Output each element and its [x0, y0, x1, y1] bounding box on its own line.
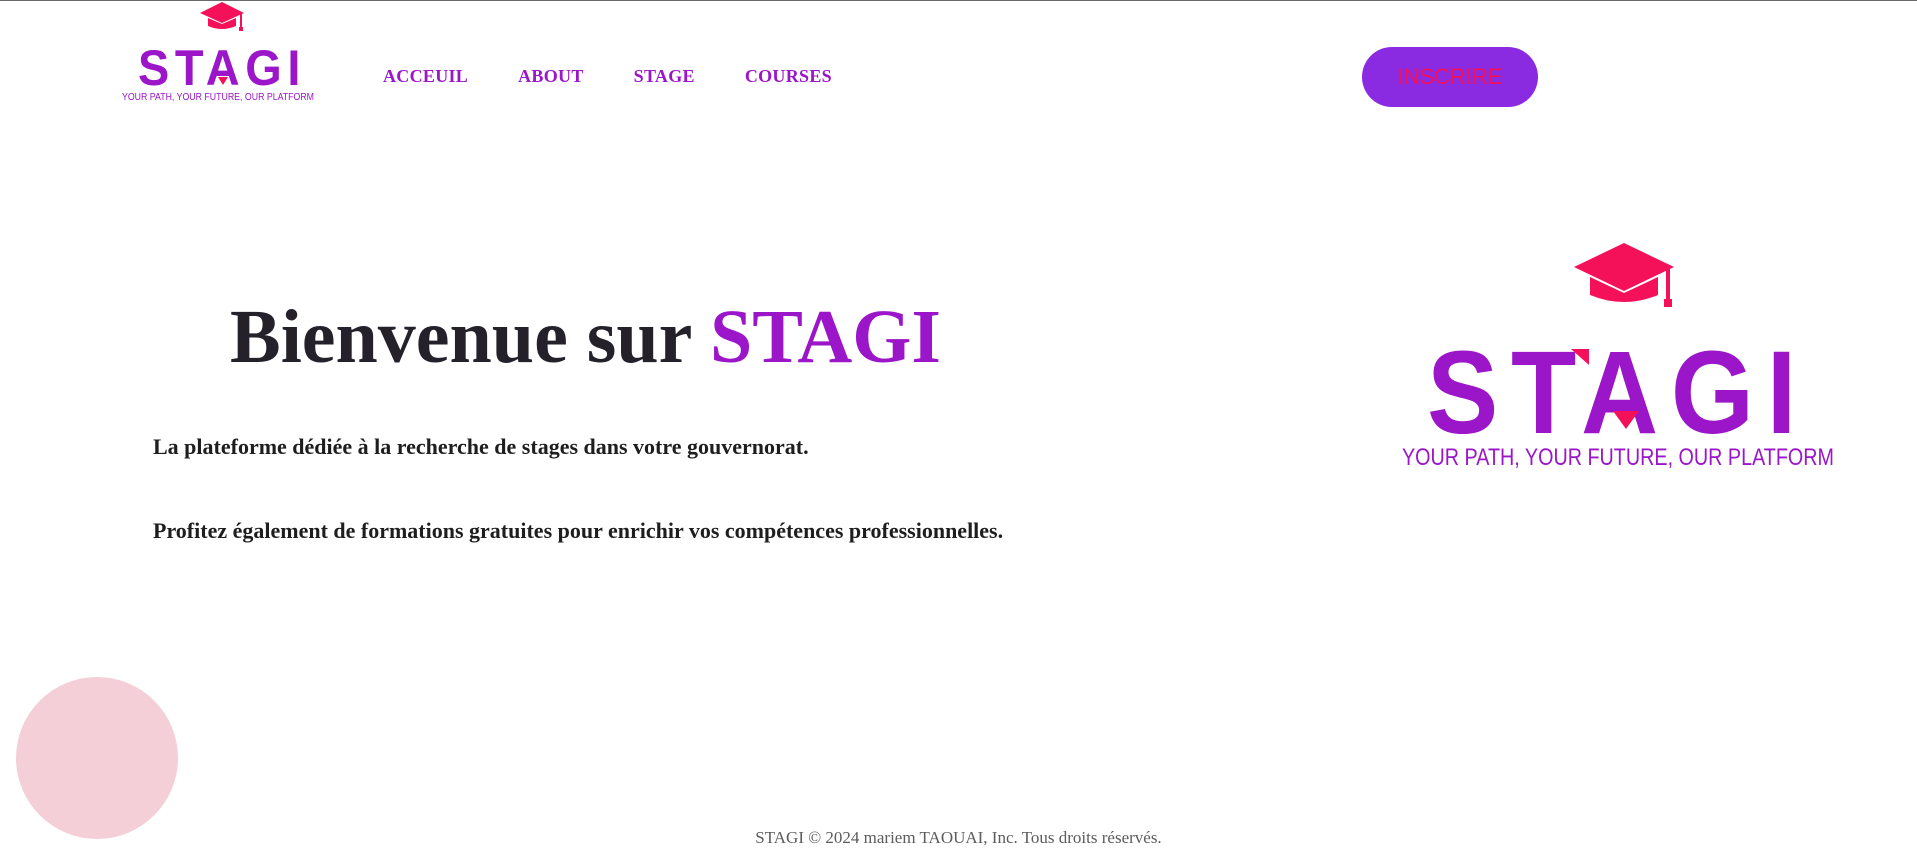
- header-logo-wordmark: STAGI: [138, 40, 306, 96]
- hero-title-brand: STAGI: [710, 295, 941, 379]
- graduation-cap-icon: [200, 2, 244, 31]
- nav-link-about[interactable]: ABOUT: [518, 62, 584, 90]
- hero-title-prefix: Bienvenue sur: [230, 295, 711, 379]
- header-logo[interactable]: STAGI YOUR PATH, YOUR FUTURE, OUR PLATFO…: [120, 1, 320, 105]
- graduation-cap-icon: [1574, 243, 1674, 307]
- hero-logo-tagline: YOUR PATH, YOUR FUTURE, OUR PLATFORM: [1402, 444, 1834, 471]
- hero-logo: STAGI YOUR PATH, YOUR FUTURE, OUR PLATFO…: [1388, 237, 1848, 477]
- hero-logo-wordmark: STAGI: [1427, 327, 1809, 459]
- hero-description-line-2: Profitez également de formations gratuit…: [153, 518, 1004, 543]
- nav-link-stage[interactable]: STAGE: [634, 62, 695, 90]
- header-logo-tagline: YOUR PATH, YOUR FUTURE, OUR PLATFORM: [122, 92, 314, 103]
- inscrire-button[interactable]: INSCRIRE: [1362, 47, 1538, 107]
- nav-link-courses[interactable]: COURSES: [745, 62, 832, 90]
- decorative-circle: [16, 677, 178, 839]
- site-footer: STAGI © 2024 mariem TAOUAI, Inc. Tous dr…: [755, 828, 1162, 847]
- hero-title: Bienvenue sur STAGI: [230, 289, 941, 385]
- site-header: STAGI YOUR PATH, YOUR FUTURE, OUR PLATFO…: [0, 1, 1917, 111]
- hero-description-line-1: La plateforme dédiée à la recherche de s…: [153, 434, 809, 459]
- main-nav: ACCEUIL ABOUT STAGE COURSES: [383, 62, 882, 90]
- nav-link-acceuil[interactable]: ACCEUIL: [383, 62, 468, 90]
